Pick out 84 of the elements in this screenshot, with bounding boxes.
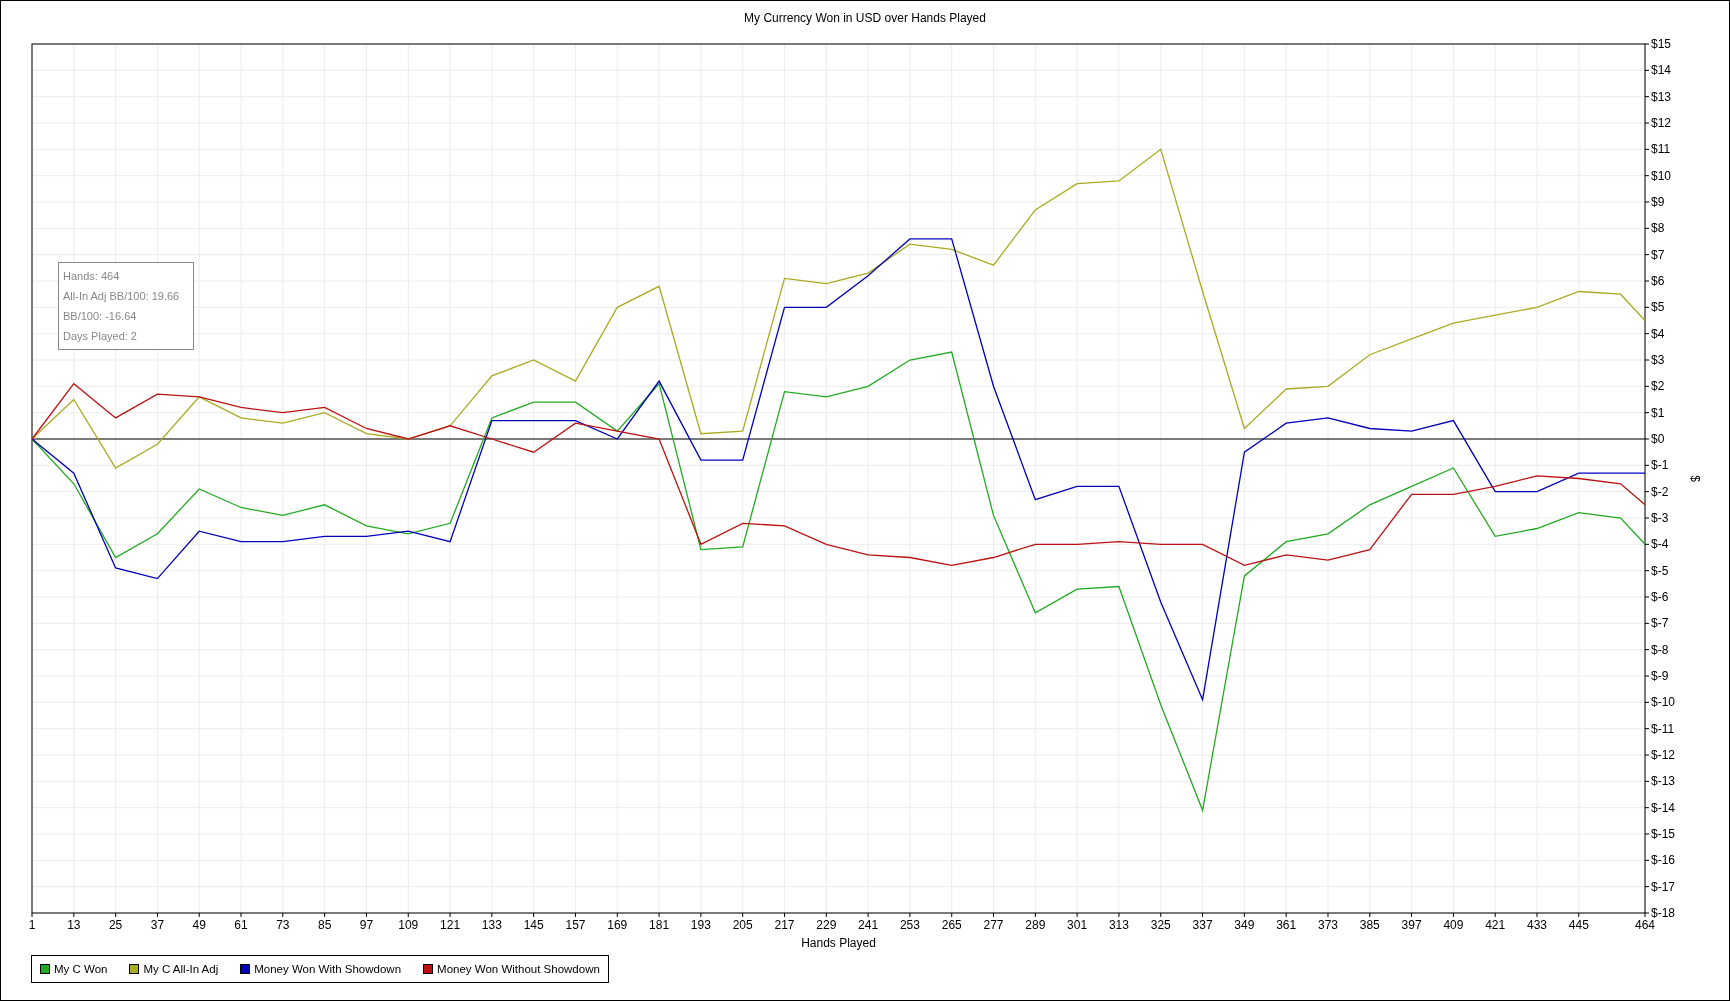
x-tick-label: 433: [1527, 918, 1547, 932]
x-tick-label: 289: [1025, 918, 1046, 932]
x-tick-label: 385: [1359, 918, 1380, 932]
x-tick-label: 145: [523, 918, 544, 932]
y-tick-label: $3: [1651, 353, 1665, 367]
x-tick-label: 349: [1234, 918, 1255, 932]
x-tick-label: 241: [858, 918, 879, 932]
x-tick-label: 337: [1192, 918, 1213, 932]
x-tick-label: 325: [1150, 918, 1171, 932]
x-tick-label: 133: [481, 918, 502, 932]
x-tick-label: 97: [359, 918, 374, 932]
y-tick-label: $6: [1651, 274, 1665, 288]
stat-text: All-In Adj BB/100: 19.66: [63, 289, 181, 304]
y-tick-label: $2: [1651, 379, 1665, 394]
legend-label: My C Won: [54, 963, 108, 975]
x-tick-label: 13: [67, 918, 81, 932]
x-tick-label: 109: [398, 918, 419, 932]
y-tick-label: $1: [1651, 405, 1665, 420]
y-tick-label: $12: [1651, 116, 1672, 130]
y-tick-label: $-14: [1651, 800, 1676, 815]
x-tick-label: 464: [1635, 918, 1655, 932]
stat-text: Days Played: 2: [63, 329, 138, 344]
y-tick-label: $9: [1651, 195, 1665, 209]
y-tick-label: $-18: [1651, 906, 1676, 920]
y-tick-label: $-15: [1651, 827, 1676, 841]
y-tick-label: $-10: [1651, 695, 1676, 710]
y-tick-label: $7: [1651, 247, 1665, 262]
y-tick-label: $-4: [1651, 537, 1669, 552]
legend-label: Money Won Without Showdown: [437, 963, 600, 975]
y-tick-label: $5: [1651, 300, 1665, 315]
x-tick-label: 253: [899, 918, 920, 932]
x-tick-label: 301: [1067, 918, 1088, 932]
x-tick-label: 217: [774, 918, 795, 932]
x-tick-label: 49: [192, 918, 206, 932]
y-tick-label: $-8: [1651, 642, 1669, 657]
y-axis-title: $: [1688, 475, 1702, 482]
x-tick-label: 37: [150, 918, 165, 932]
y-tick-label: $8: [1651, 221, 1665, 236]
x-tick-label: 85: [317, 918, 332, 932]
x-tick-label: 61: [234, 918, 248, 932]
y-tick-label: $13: [1651, 89, 1672, 104]
y-tick-label: $-1: [1651, 458, 1669, 473]
x-tick-label: 313: [1108, 918, 1129, 932]
x-tick-label: 265: [941, 918, 962, 932]
y-tick-label: $-11: [1651, 721, 1675, 736]
chart-title: My Currency Won in USD over Hands Played: [743, 10, 987, 27]
x-tick-label: 229: [816, 918, 837, 932]
x-tick-label: 181: [649, 918, 670, 932]
y-tick-label: $-7: [1651, 616, 1669, 631]
x-tick-label: 445: [1568, 918, 1589, 932]
legend-label: My C All-In Adj: [143, 963, 219, 975]
x-tick-label: 157: [565, 918, 586, 932]
x-tick-label: 373: [1317, 918, 1338, 932]
stat-text: Hands: 464: [63, 269, 121, 284]
y-tick-label: $-12: [1651, 748, 1676, 762]
y-tick-label: $-13: [1651, 774, 1676, 789]
x-tick-label: 73: [276, 918, 290, 932]
x-tick-label: 25: [108, 918, 123, 932]
x-tick-label: 277: [983, 918, 1004, 932]
x-axis-title: Hands Played: [801, 936, 876, 950]
y-tick-label: $15: [1651, 37, 1672, 51]
x-tick-label: 169: [607, 918, 628, 932]
y-tick-label: $-16: [1651, 853, 1676, 868]
stat-text: BB/100: -16.64: [63, 309, 138, 324]
x-tick-label: 397: [1401, 918, 1422, 932]
y-tick-label: $14: [1651, 63, 1672, 78]
y-tick-label: $-9: [1651, 669, 1669, 683]
y-tick-label: $10: [1651, 168, 1672, 183]
y-tick-label: $-6: [1651, 590, 1669, 604]
x-tick-label: 361: [1276, 918, 1297, 932]
y-tick-label: $-2: [1651, 484, 1669, 499]
legend-label: Money Won With Showdown: [254, 963, 402, 975]
y-tick-label: $-5: [1651, 563, 1669, 578]
x-tick-label: 409: [1443, 918, 1464, 932]
y-tick-label: $11: [1651, 142, 1671, 157]
y-tick-label: $-3: [1651, 511, 1669, 525]
x-tick-label: 121: [440, 918, 461, 932]
x-tick-label: 421: [1485, 918, 1506, 932]
x-tick-label: 205: [732, 918, 753, 932]
x-tick-label: 193: [690, 918, 711, 932]
y-tick-label: $4: [1651, 326, 1665, 341]
y-tick-label: $0: [1651, 432, 1665, 446]
x-tick-label: 1: [28, 918, 36, 932]
y-tick-label: $-17: [1651, 879, 1676, 894]
